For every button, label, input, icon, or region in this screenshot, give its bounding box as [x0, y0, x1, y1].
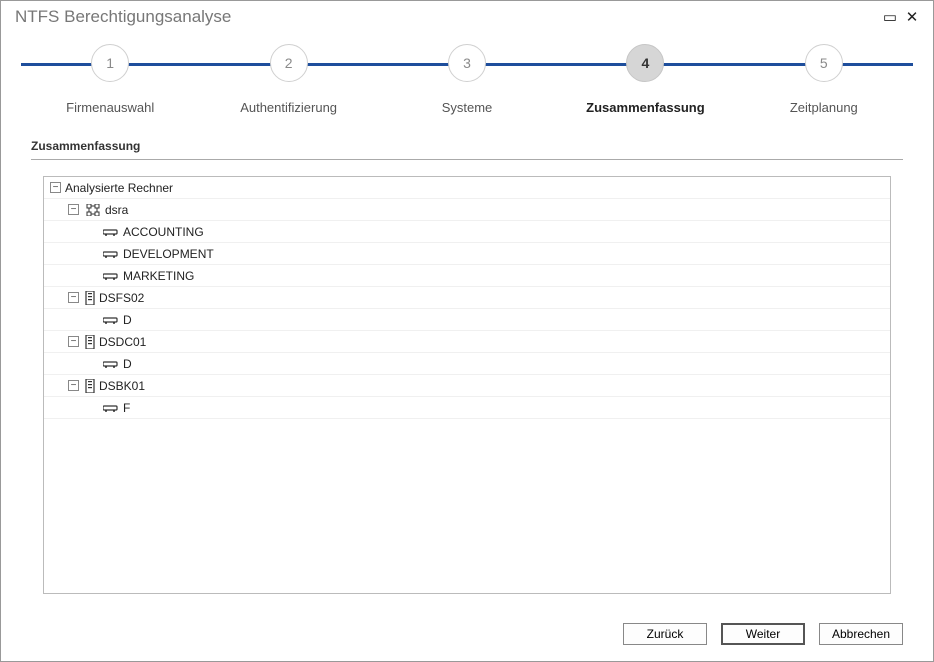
tree-host[interactable]: − dsra — [44, 199, 890, 221]
share-icon — [103, 272, 119, 280]
wizard-buttons: Zurück Weiter Abbrechen — [1, 611, 933, 661]
close-icon[interactable]: ✕ — [901, 8, 923, 26]
share-label: F — [123, 401, 130, 415]
step-2[interactable]: 2 Authentifizierung — [199, 37, 377, 115]
tree-share[interactable]: MARKETING — [44, 265, 890, 287]
expand-icon[interactable]: − — [68, 292, 79, 303]
network-icon — [85, 204, 101, 216]
tree-share[interactable]: F — [44, 397, 890, 419]
server-icon — [85, 291, 95, 305]
tree-host[interactable]: − DSBK01 — [44, 375, 890, 397]
next-button[interactable]: Weiter — [721, 623, 805, 645]
cancel-button[interactable]: Abbrechen — [819, 623, 903, 645]
step-circle: 5 — [805, 44, 843, 82]
tree-share[interactable]: D — [44, 309, 890, 331]
tree-root-label: Analysierte Rechner — [65, 181, 173, 195]
step-5[interactable]: 5 Zeitplanung — [735, 37, 913, 115]
share-label: MARKETING — [123, 269, 194, 283]
step-circle: 1 — [91, 44, 129, 82]
tree-share[interactable]: ACCOUNTING — [44, 221, 890, 243]
step-circle: 4 — [626, 44, 664, 82]
host-label: DSDC01 — [99, 335, 146, 349]
share-label: ACCOUNTING — [123, 225, 204, 239]
share-icon — [103, 316, 119, 324]
step-label: Zeitplanung — [735, 100, 913, 115]
tree-share[interactable]: D — [44, 353, 890, 375]
expand-icon[interactable]: − — [68, 336, 79, 347]
server-icon — [85, 379, 95, 393]
step-3[interactable]: 3 Systeme — [378, 37, 556, 115]
step-label: Zusammenfassung — [556, 100, 734, 115]
tree-root[interactable]: −Analysierte Rechner — [44, 177, 890, 199]
step-circle: 2 — [270, 44, 308, 82]
step-4[interactable]: 4 Zusammenfassung — [556, 37, 734, 115]
expand-icon[interactable]: − — [68, 204, 79, 215]
section-heading: Zusammenfassung — [31, 139, 903, 160]
host-label: dsra — [105, 203, 128, 217]
expand-icon[interactable]: − — [68, 380, 79, 391]
tree-host[interactable]: − DSFS02 — [44, 287, 890, 309]
share-label: DEVELOPMENT — [123, 247, 214, 261]
host-label: DSBK01 — [99, 379, 145, 393]
share-label: D — [123, 357, 132, 371]
wizard-stepper: 1 Firmenauswahl 2 Authentifizierung 3 Systeme… — [21, 37, 913, 117]
expand-icon[interactable]: − — [50, 182, 61, 193]
host-label: DSFS02 — [99, 291, 144, 305]
share-icon — [103, 250, 119, 258]
share-icon — [103, 228, 119, 236]
step-label: Systeme — [378, 100, 556, 115]
back-button[interactable]: Zurück — [623, 623, 707, 645]
server-icon — [85, 335, 95, 349]
maximize-icon[interactable]: ▭ — [879, 8, 901, 26]
share-label: D — [123, 313, 132, 327]
summary-tree[interactable]: −Analysierte Rechner−dsraACCOUNTINGDEVEL… — [43, 176, 891, 594]
tree-host[interactable]: − DSDC01 — [44, 331, 890, 353]
window-title: NTFS Berechtigungsanalyse — [15, 7, 879, 27]
share-icon — [103, 404, 119, 412]
step-label: Firmenauswahl — [21, 100, 199, 115]
tree-share[interactable]: DEVELOPMENT — [44, 243, 890, 265]
step-label: Authentifizierung — [199, 100, 377, 115]
share-icon — [103, 360, 119, 368]
step-circle: 3 — [448, 44, 486, 82]
titlebar: NTFS Berechtigungsanalyse ▭ ✕ — [1, 1, 933, 31]
step-1[interactable]: 1 Firmenauswahl — [21, 37, 199, 115]
